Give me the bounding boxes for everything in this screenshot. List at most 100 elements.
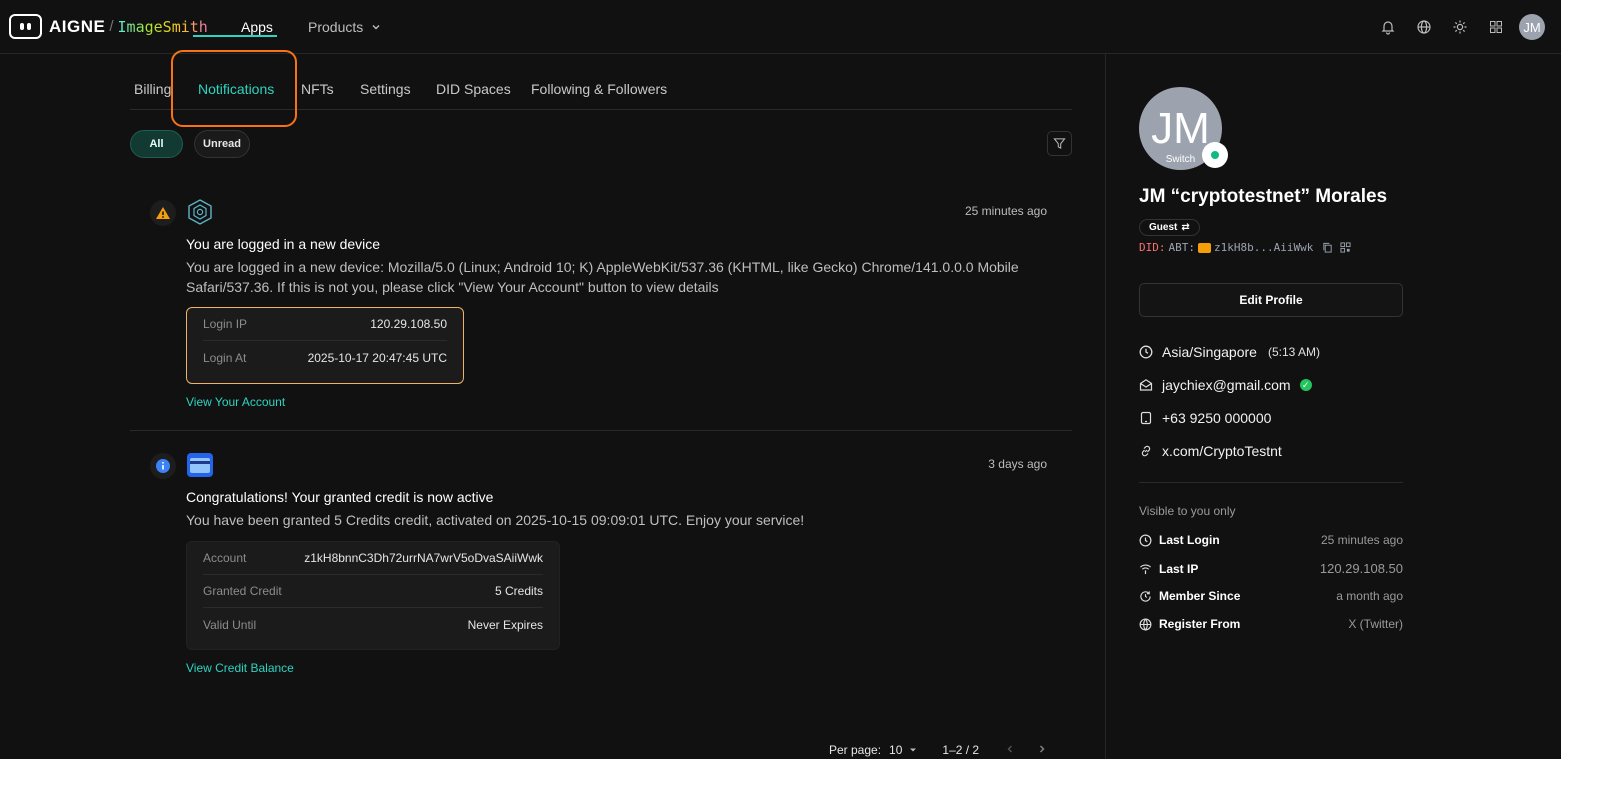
nav-products[interactable]: Products: [308, 19, 381, 35]
detail-value: 120.29.108.50: [370, 317, 447, 331]
social-link[interactable]: x.com/CryptoTestnt: [1162, 443, 1282, 459]
app-hexagon-icon: [186, 198, 214, 226]
prev-page-icon[interactable]: [1005, 743, 1015, 757]
notification-body: You have been granted 5 Credits credit, …: [186, 512, 805, 528]
stat-value: 25 minutes ago: [1320, 533, 1403, 547]
phone: +63 9250 000000: [1162, 410, 1272, 426]
timezone: Asia/Singapore: [1162, 344, 1257, 360]
info-icon: [150, 453, 176, 479]
notification-item: 3 days ago Congratulations! Your granted…: [130, 443, 1072, 683]
bell-icon[interactable]: [1375, 14, 1401, 40]
detail-value: 5 Credits: [494, 584, 543, 598]
notification-title: You are logged in a new device: [186, 236, 381, 252]
email-row: jaychiex@gmail.com ✓: [1139, 377, 1312, 393]
email[interactable]: jaychiex@gmail.com: [1162, 377, 1291, 393]
stat-label: Member Since: [1159, 589, 1241, 603]
stat-value: X (Twitter): [1348, 617, 1403, 631]
chevron-down-icon: [372, 25, 380, 30]
did-type: ABT:: [1168, 241, 1196, 254]
detail-row: Account z1kH8bnnC3Dh72urrNA7wrV5oDvaSAii…: [203, 542, 543, 575]
page-range: 1–2 / 2: [942, 743, 980, 757]
notification-time: 3 days ago: [988, 457, 1047, 471]
stat-label: Last Login: [1159, 533, 1220, 547]
phone-icon: [1140, 411, 1152, 425]
clock-icon: [1139, 534, 1152, 546]
switch-role-icon: ⇄: [1181, 222, 1190, 233]
active-tab-indicator: [193, 35, 277, 37]
annotation-highlight: [171, 50, 297, 127]
profile-name: JM “cryptotestnet” Morales: [1139, 186, 1388, 207]
copy-icon[interactable]: [1322, 242, 1333, 253]
timezone-row: Asia/Singapore (5:13 AM): [1139, 344, 1320, 360]
view-account-link[interactable]: View Your Account: [186, 395, 285, 409]
warning-icon: [150, 200, 176, 226]
filter-button[interactable]: [1047, 131, 1072, 156]
nav-products-label: Products: [308, 19, 364, 35]
notification-item: 25 minutes ago You are logged in a new d…: [130, 190, 1072, 431]
link-icon: [1141, 445, 1151, 457]
mail-icon: [1139, 379, 1153, 391]
detail-value: 2025-10-17 20:47:45 UTC: [307, 350, 447, 365]
detail-key: Granted Credit: [203, 584, 282, 598]
tab-following-followers[interactable]: Following & Followers: [531, 81, 667, 97]
detail-key: Account: [203, 551, 247, 565]
next-page-icon[interactable]: [1037, 743, 1047, 757]
detail-row: Login IP 120.29.108.50: [203, 308, 447, 341]
stat-label: Last IP: [1159, 561, 1199, 576]
detail-key: Valid Until: [203, 617, 257, 632]
sun-icon[interactable]: [1447, 14, 1473, 40]
link-row: x.com/CryptoTestnt: [1139, 443, 1282, 459]
edit-profile-button[interactable]: Edit Profile: [1139, 283, 1403, 317]
caret-down-icon: [910, 748, 917, 752]
detail-key: Login At: [203, 350, 247, 365]
notification-title: Congratulations! Your granted credit is …: [186, 489, 494, 505]
logo[interactable]: AIGNE / ImageSmith: [9, 14, 208, 39]
credit-card-icon: [186, 451, 214, 479]
per-page-label: Per page:: [829, 743, 882, 757]
phone-row: +63 9250 000000: [1139, 410, 1271, 426]
detail-value: Never Expires: [467, 617, 543, 632]
detail-row: Valid Until Never Expires: [203, 608, 543, 641]
view-credit-balance-link[interactable]: View Credit Balance: [186, 661, 294, 675]
visibility-note: Visible to you only: [1139, 504, 1236, 518]
notification-time: 25 minutes ago: [964, 204, 1047, 218]
aigne-logo-icon: [9, 14, 42, 39]
detail-row: Login At 2025-10-17 20:47:45 UTC: [203, 341, 447, 374]
stat-value: a month ago: [1336, 589, 1403, 603]
per-page-select[interactable]: 10: [889, 743, 918, 757]
stat-label: Register From: [1159, 617, 1241, 631]
detail-key: Login IP: [203, 317, 248, 331]
section-divider: [1139, 482, 1403, 483]
filter-icon: [1053, 138, 1066, 149]
nav-apps[interactable]: Apps: [241, 19, 273, 35]
globe-icon[interactable]: [1411, 14, 1437, 40]
tab-billing[interactable]: Billing: [134, 81, 171, 97]
online-status-icon: [1202, 142, 1228, 168]
pagination: Per page: 10 1–2 / 2: [829, 743, 1047, 757]
tab-settings[interactable]: Settings: [360, 81, 411, 97]
tab-nfts[interactable]: NFTs: [301, 81, 334, 97]
stat-row: Member Since a month ago: [1139, 589, 1403, 603]
apps-grid-icon[interactable]: [1483, 14, 1509, 40]
brand-name: AIGNE: [49, 16, 106, 36]
stat-row: Last Login 25 minutes ago: [1139, 533, 1403, 547]
filter-all[interactable]: All: [130, 130, 183, 158]
credit-details-card: Account z1kH8bnnC3Dh72urrNA7wrV5oDvaSAii…: [186, 541, 560, 650]
qrcode-icon[interactable]: [1340, 242, 1351, 253]
stat-value: 120.29.108.50: [1319, 561, 1403, 576]
user-avatar[interactable]: JM: [1519, 14, 1545, 40]
globe-icon: [1139, 618, 1152, 631]
stat-row: Register From X (Twitter): [1139, 617, 1403, 631]
role-badge[interactable]: Guest ⇄: [1139, 219, 1200, 236]
role-label: Guest: [1149, 222, 1178, 233]
did-avatar-icon: [1198, 242, 1211, 253]
tab-did-spaces[interactable]: DID Spaces: [436, 81, 511, 97]
filter-unread[interactable]: Unread: [194, 130, 250, 158]
did-address: DID: ABT: z1kH8b...AiiWwk: [1139, 241, 1351, 254]
app-window: AIGNE / ImageSmith Apps Products JM Bill…: [0, 0, 1561, 759]
local-time: (5:13 AM): [1267, 345, 1320, 359]
detail-value: z1kH8bnnC3Dh72urrNA7wrV5oDvaSAiiWwk: [304, 551, 543, 565]
product-name: ImageSmith: [117, 17, 208, 36]
panel-divider: [1105, 54, 1106, 759]
did-short: z1kH8b...AiiWwk: [1214, 241, 1314, 254]
